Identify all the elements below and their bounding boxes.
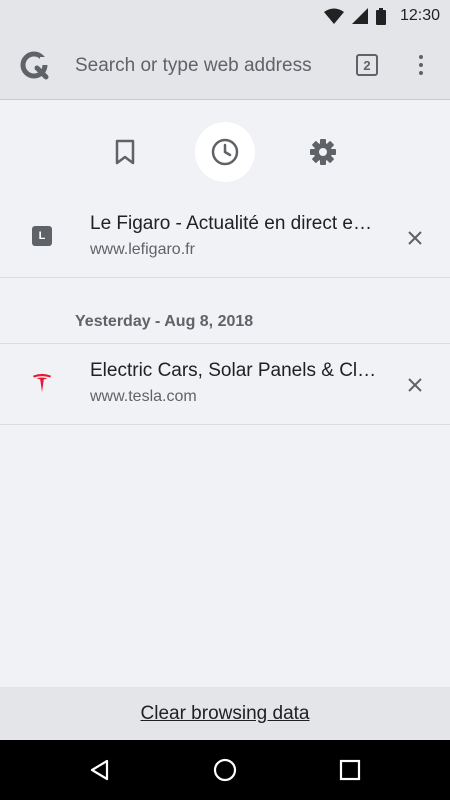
browser-toolbar: Search or type web address 2 [0,32,450,100]
tab-history[interactable] [195,122,255,182]
system-navigation-bar [0,740,450,800]
clear-browsing-data-button[interactable]: Clear browsing data [141,703,310,725]
clear-browsing-data-bar: Clear browsing data [0,687,450,740]
back-button[interactable] [85,755,115,785]
favicon [32,373,52,393]
tab-bookmarks[interactable] [95,122,155,182]
clock: 12:30 [399,7,440,24]
remove-history-item-button[interactable] [400,223,430,253]
menu-dot-icon [419,63,423,67]
history-item-title: Electric Cars, Solar Panels & Cl… [90,360,377,381]
favicon-letter: L [38,230,46,242]
favicon: L [32,226,52,246]
history-item[interactable]: Electric Cars, Solar Panels & Cl… www.te… [0,345,450,425]
tesla-logo-icon [32,373,52,393]
home-circle-icon [213,758,237,782]
close-icon [408,231,422,245]
history-item[interactable]: L Le Figaro - Actualité en direct e… www… [0,198,450,278]
battery-icon [375,7,386,25]
letter-favicon-icon: L [32,226,52,246]
panel-tabs [0,122,450,184]
status-bar: 12:30 [0,0,450,32]
gear-icon [310,139,336,165]
bookmark-icon [115,139,135,165]
wifi-icon [323,8,344,24]
tab-switcher-button[interactable]: 2 [356,54,378,76]
tab-settings[interactable] [293,122,353,182]
menu-dot-icon [419,55,423,59]
recents-button[interactable] [335,755,365,785]
history-item-url: www.lefigaro.fr [90,241,195,258]
home-button[interactable] [210,755,240,785]
history-item-title: Le Figaro - Actualité en direct e… [90,213,372,234]
cell-signal-icon [351,8,368,24]
clock-icon [211,138,239,166]
recents-square-icon [339,759,361,781]
remove-history-item-button[interactable] [400,370,430,400]
close-icon [408,378,422,392]
back-triangle-icon [90,759,109,781]
history-item-url: www.tesla.com [90,388,197,405]
menu-dot-icon [419,71,423,75]
divider [0,343,450,344]
browser-logo-icon[interactable] [18,49,52,83]
history-date-header: Yesterday - Aug 8, 2018 [75,313,254,330]
overflow-menu-button[interactable] [410,50,432,80]
address-bar-input[interactable]: Search or type web address [75,55,325,77]
